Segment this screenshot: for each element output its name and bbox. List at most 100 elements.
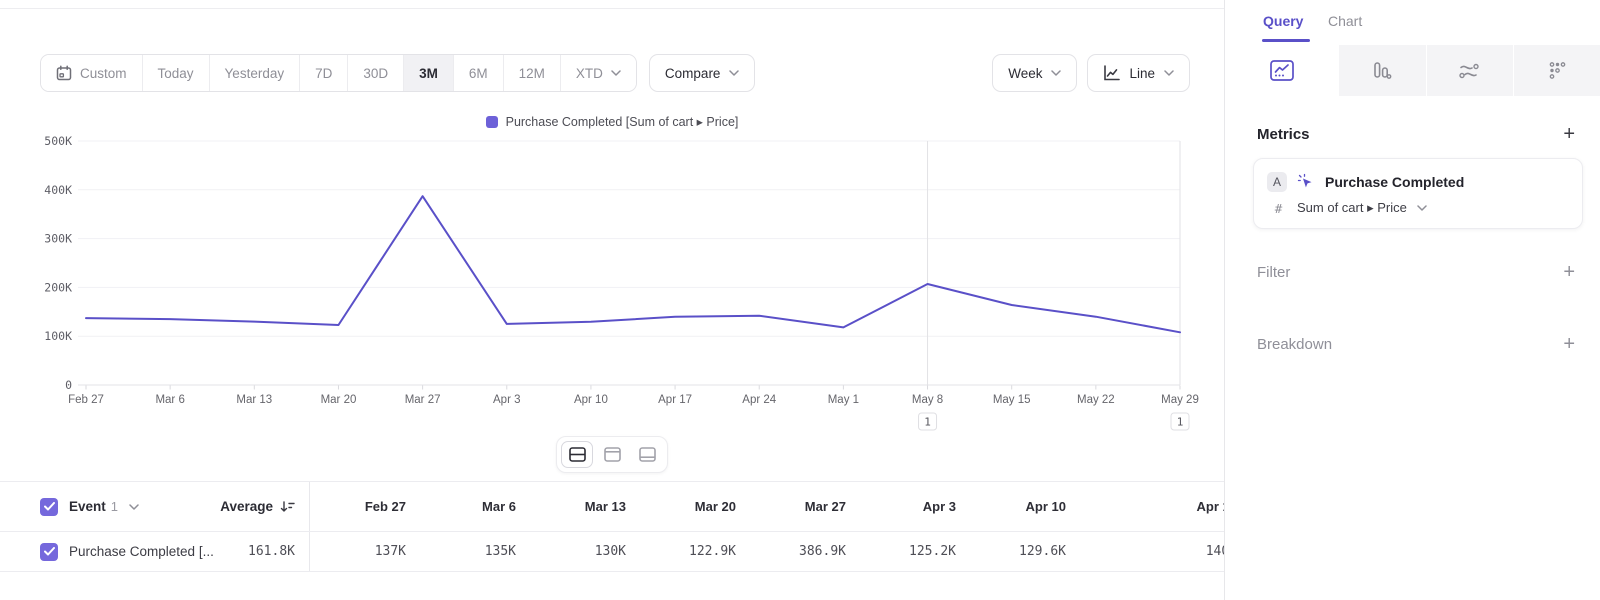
split-view-toggle[interactable] [561, 441, 593, 468]
compare-button[interactable]: Compare [649, 54, 756, 92]
bottom-panel-icon [639, 447, 656, 462]
top-divider [0, 8, 1224, 9]
select-all-checkbox[interactable] [40, 498, 58, 516]
metrics-title: Metrics [1257, 126, 1310, 143]
flows-tab[interactable] [1427, 45, 1514, 96]
column-header[interactable]: Mar 13 [530, 499, 640, 514]
y-tick-label: 300K [44, 232, 72, 246]
chart-type-dropdown[interactable]: Line [1087, 54, 1190, 92]
column-header[interactable]: Apr 10 [970, 499, 1080, 514]
metric-property-dropdown[interactable]: # Sum of cart ▸ Price [1267, 200, 1569, 216]
date-range-7d[interactable]: 7D [300, 55, 348, 91]
average-column-header[interactable]: Average [220, 499, 295, 514]
cell-value: 135K [420, 544, 530, 559]
chevron-down-icon [611, 70, 621, 76]
x-tick-label: May 8 [912, 394, 943, 406]
table-header-left: Event 1 Average [0, 482, 310, 531]
event-column-header: Event [69, 499, 106, 514]
y-tick-label: 100K [44, 329, 72, 343]
y-tick-label: 500K [44, 134, 72, 148]
date-range-xtd[interactable]: XTD [561, 55, 636, 91]
chevron-down-icon [1051, 70, 1061, 76]
cell-value: 386.9K [750, 544, 860, 559]
row-checkbox[interactable] [40, 543, 58, 561]
data-line[interactable] [86, 196, 1180, 332]
metric-property-label: Sum of cart ▸ Price [1297, 200, 1407, 216]
y-tick-label: 0 [65, 378, 72, 392]
numeric-property-icon: # [1270, 201, 1287, 216]
interval-dropdown[interactable]: Week [992, 54, 1077, 92]
date-range-today[interactable]: Today [143, 55, 210, 91]
report-type-tabs [1225, 45, 1600, 96]
breakdown-label: Breakdown [1257, 336, 1332, 353]
column-header[interactable]: Mar 20 [640, 499, 750, 514]
chart-legend: Purchase Completed [Sum of cart ▸ Price] [0, 114, 1224, 129]
y-tick-label: 200K [44, 280, 72, 294]
annotation-badge-label: 1 [924, 416, 931, 429]
date-range-6m[interactable]: 6M [454, 55, 504, 91]
metric-card[interactable]: A Purchase Completed # Sum of cart ▸ Pri… [1253, 158, 1583, 229]
column-header[interactable]: Mar 6 [420, 499, 530, 514]
chart-type-label: Line [1129, 66, 1155, 81]
retention-tab[interactable] [1514, 45, 1600, 96]
column-header[interactable]: Mar 27 [750, 499, 860, 514]
chart-controls: Week Line [992, 54, 1190, 92]
line-chart-icon [1103, 65, 1120, 81]
bottom-panel-view-toggle[interactable] [631, 441, 663, 468]
insights-icon [1270, 60, 1294, 81]
add-breakdown-button[interactable]: + [1563, 334, 1575, 354]
column-header[interactable]: Apr 3 [860, 499, 970, 514]
query-builder-sidebar: Query Chart Metrics + A Purchase Complet… [1224, 0, 1600, 600]
add-filter-button[interactable]: + [1563, 262, 1575, 282]
x-tick-label: May 15 [993, 394, 1031, 406]
flows-icon [1459, 62, 1481, 80]
breakdown-section: Breakdown + [1257, 334, 1575, 354]
add-metric-button[interactable]: + [1563, 124, 1575, 144]
column-header[interactable]: Apr 17 [1080, 499, 1224, 514]
x-tick-label: Mar 13 [236, 394, 272, 406]
results-table: Event 1 Average Feb 27Mar 6Mar 13Mar 20M… [0, 481, 1224, 572]
event-count: 1 [111, 499, 118, 514]
date-range-custom[interactable]: Custom [41, 55, 143, 91]
compare-label: Compare [665, 66, 721, 81]
table-header-row: Event 1 Average Feb 27Mar 6Mar 13Mar 20M… [0, 482, 1224, 532]
metric-letter-badge: A [1267, 172, 1287, 192]
column-header[interactable]: Feb 27 [310, 499, 420, 514]
x-tick-label: Apr 24 [742, 394, 776, 406]
x-tick-label: Mar 27 [405, 394, 441, 406]
top-panel-icon [604, 447, 621, 462]
x-tick-label: Apr 10 [574, 394, 608, 406]
sort-descending-icon [280, 500, 295, 514]
x-tick-label: May 1 [828, 394, 859, 406]
row-series-name: Purchase Completed [... [69, 544, 214, 559]
annotation-badge-label: 1 [1177, 416, 1184, 429]
tab-query[interactable]: Query [1263, 13, 1303, 29]
insights-tab[interactable] [1225, 45, 1338, 96]
kebab-menu-icon[interactable] [1565, 174, 1569, 190]
chevron-down-icon [729, 70, 739, 76]
metrics-section-header: Metrics + [1257, 124, 1575, 144]
x-tick-label: Apr 3 [493, 394, 521, 406]
calendar-icon [56, 65, 72, 81]
legend-swatch [486, 116, 498, 128]
chevron-down-icon[interactable] [129, 504, 139, 510]
check-icon [44, 502, 55, 511]
date-range-group: CustomTodayYesterday7D30D3M6M12MXTD [40, 54, 637, 92]
report-toolbar: CustomTodayYesterday7D30D3M6M12MXTD Comp… [40, 54, 1190, 92]
date-range-12m[interactable]: 12M [504, 55, 561, 91]
date-range-3m[interactable]: 3M [404, 55, 454, 91]
table-row[interactable]: Purchase Completed [... 161.8K 137K135K1… [0, 532, 1224, 572]
check-icon [44, 547, 55, 556]
metric-card-row: A Purchase Completed [1267, 172, 1569, 192]
top-panel-view-toggle[interactable] [596, 441, 628, 468]
filter-label: Filter [1257, 264, 1290, 281]
x-tick-label: May 29 [1161, 394, 1199, 406]
date-range-yesterday[interactable]: Yesterday [210, 55, 301, 91]
date-range-30d[interactable]: 30D [348, 55, 404, 91]
tab-chart[interactable]: Chart [1328, 13, 1362, 29]
x-tick-label: Mar 6 [155, 394, 184, 406]
chevron-down-icon [1417, 205, 1427, 211]
cell-value: 140K [1080, 544, 1224, 559]
funnels-tab[interactable] [1339, 45, 1426, 96]
line-chart[interactable]: 0100K200K300K400K500K11Feb 27Mar 6Mar 13… [0, 130, 1224, 435]
